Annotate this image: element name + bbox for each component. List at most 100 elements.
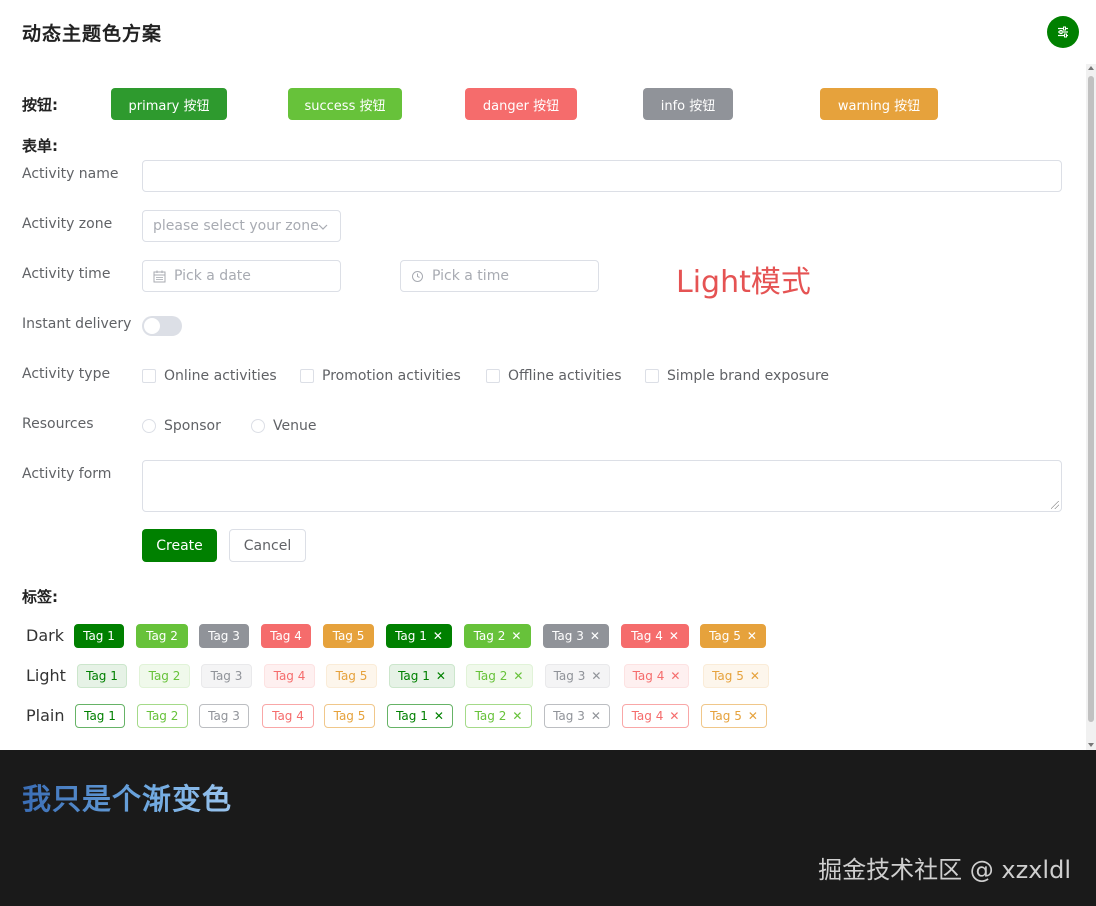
close-icon[interactable]: ✕	[747, 629, 757, 643]
success-button[interactable]: success 按钮	[288, 88, 402, 120]
gradient-text: 我只是个渐变色	[22, 776, 232, 818]
instant-delivery-label: Instant delivery	[22, 316, 132, 332]
tag-light-1: Tag 1	[77, 664, 127, 688]
tag-light-2-closable[interactable]: Tag 2 ✕	[466, 664, 533, 688]
close-icon[interactable]: ✕	[512, 709, 522, 723]
tag-row-label-dark: Dark	[26, 626, 64, 645]
activity-name-input[interactable]	[142, 160, 1062, 192]
checkbox-offline-activities[interactable]: Offline activities	[486, 366, 622, 386]
tag-plain-1-closable[interactable]: Tag 1 ✕	[387, 704, 453, 728]
tag-light-3-closable[interactable]: Tag 3 ✕	[545, 664, 610, 688]
tags-section-label: 标签:	[22, 588, 58, 606]
close-icon[interactable]: ✕	[669, 629, 679, 643]
tag-light-4-closable[interactable]: Tag 4 ✕	[624, 664, 689, 688]
tag-label: Tag 5	[712, 669, 744, 683]
tag-label: Tag 1	[83, 629, 115, 643]
checkbox-box	[645, 369, 659, 383]
tag-dark-3-closable[interactable]: Tag 3 ✕	[543, 624, 609, 648]
tag-label: Tag 4	[631, 709, 664, 723]
tag-plain-5-closable[interactable]: Tag 5 ✕	[701, 704, 767, 728]
close-icon[interactable]: ✕	[436, 669, 446, 683]
cancel-button[interactable]: Cancel	[229, 529, 306, 562]
resize-grip-icon[interactable]	[1051, 501, 1059, 509]
tag-plain-3-closable[interactable]: Tag 3 ✕	[544, 704, 610, 728]
checkbox-simple-brand-exposure[interactable]: Simple brand exposure	[645, 366, 829, 386]
radio-circle	[142, 419, 156, 433]
tag-label: Tag 4	[632, 669, 665, 683]
activity-zone-select[interactable]: please select your zone	[142, 210, 341, 242]
buttons-section-label: 按钮:	[22, 96, 58, 114]
radio-sponsor[interactable]: Sponsor	[142, 416, 221, 436]
close-icon[interactable]: ✕	[748, 709, 758, 723]
tag-label: Tag 1	[86, 669, 118, 683]
tag-plain-2: Tag 2	[137, 704, 188, 728]
close-icon[interactable]: ✕	[669, 709, 679, 723]
tag-label: Tag 2	[474, 709, 507, 723]
scrollbar-thumb[interactable]	[1088, 76, 1094, 722]
tag-dark-1-closable[interactable]: Tag 1 ✕	[386, 624, 452, 648]
tag-light-5-closable[interactable]: Tag 5 ✕	[703, 664, 769, 688]
close-icon[interactable]: ✕	[591, 709, 601, 723]
close-icon[interactable]: ✕	[750, 669, 760, 683]
page-title: 动态主题色方案	[22, 23, 163, 45]
checkbox-label: Offline activities	[508, 368, 622, 384]
footer: 我只是个渐变色 掘金技术社区 @ xzxldl	[0, 750, 1096, 906]
tag-label: Tag 3	[553, 669, 586, 683]
tag-plain-3: Tag 3	[199, 704, 249, 728]
time-picker[interactable]: Pick a time	[400, 260, 599, 292]
checkbox-box	[486, 369, 500, 383]
close-icon[interactable]: ✕	[511, 629, 521, 643]
date-picker[interactable]: Pick a date	[142, 260, 341, 292]
watermark: 掘金技术社区 @ xzxldl	[818, 856, 1071, 884]
close-icon[interactable]: ✕	[513, 669, 523, 683]
tag-label: Tag 5	[332, 629, 365, 643]
danger-button[interactable]: danger 按钮	[465, 88, 577, 120]
close-icon[interactable]: ✕	[670, 669, 680, 683]
tag-light-2: Tag 2	[139, 664, 190, 688]
tag-label: Tag 3	[553, 709, 585, 723]
form-section-label: 表单:	[22, 137, 58, 155]
tag-plain-4-closable[interactable]: Tag 4 ✕	[622, 704, 689, 728]
main-content: 按钮: primary 按钮 success 按钮 danger 按钮 info…	[0, 64, 1096, 750]
tag-light-1-closable[interactable]: Tag 1 ✕	[389, 664, 455, 688]
activity-form-textarea[interactable]	[142, 460, 1062, 512]
activity-time-label: Activity time	[22, 266, 111, 282]
checkbox-online-activities[interactable]: Online activities	[142, 366, 277, 386]
warning-button[interactable]: warning 按钮	[820, 88, 938, 120]
tag-plain-4: Tag 4	[262, 704, 314, 728]
primary-button[interactable]: primary 按钮	[111, 88, 227, 120]
resources-label: Resources	[22, 416, 94, 432]
info-button[interactable]: info 按钮	[643, 88, 733, 120]
tag-dark-5-closable[interactable]: Tag 5 ✕	[700, 624, 766, 648]
tag-dark-4-closable[interactable]: Tag 4 ✕	[621, 624, 689, 648]
close-icon[interactable]: ✕	[591, 669, 601, 683]
tag-label: Tag 4	[273, 669, 306, 683]
tag-label: Tag 4	[631, 629, 663, 643]
theme-settings-button[interactable]	[1047, 16, 1079, 48]
mode-text: Light模式	[676, 265, 811, 300]
close-icon[interactable]: ✕	[434, 709, 444, 723]
tag-dark-2-closable[interactable]: Tag 2 ✕	[464, 624, 531, 648]
checkbox-promotion-activities[interactable]: Promotion activities	[300, 366, 461, 386]
tag-label: Tag 4	[272, 709, 304, 723]
sliders-icon	[1058, 26, 1068, 38]
instant-delivery-switch[interactable]	[142, 316, 182, 336]
create-button[interactable]: Create	[142, 529, 217, 562]
scroll-down-arrow-icon[interactable]	[1088, 743, 1094, 747]
tag-plain-2-closable[interactable]: Tag 2 ✕	[465, 704, 532, 728]
radio-venue[interactable]: Venue	[251, 416, 316, 436]
scroll-up-arrow-icon[interactable]	[1088, 66, 1094, 70]
switch-knob	[144, 318, 160, 334]
time-placeholder: Pick a time	[432, 268, 509, 284]
tag-label: Tag 5	[709, 629, 741, 643]
activity-name-label: Activity name	[22, 166, 119, 182]
vertical-scrollbar[interactable]	[1086, 64, 1096, 750]
radio-label: Sponsor	[164, 418, 221, 434]
tag-label: Tag 2	[146, 709, 179, 723]
close-icon[interactable]: ✕	[590, 629, 600, 643]
tag-label: Tag 5	[710, 709, 742, 723]
tag-dark-1: Tag 1	[74, 624, 124, 648]
tag-label: Tag 2	[148, 669, 181, 683]
tag-row-label-light: Light	[26, 666, 66, 685]
close-icon[interactable]: ✕	[433, 629, 443, 643]
